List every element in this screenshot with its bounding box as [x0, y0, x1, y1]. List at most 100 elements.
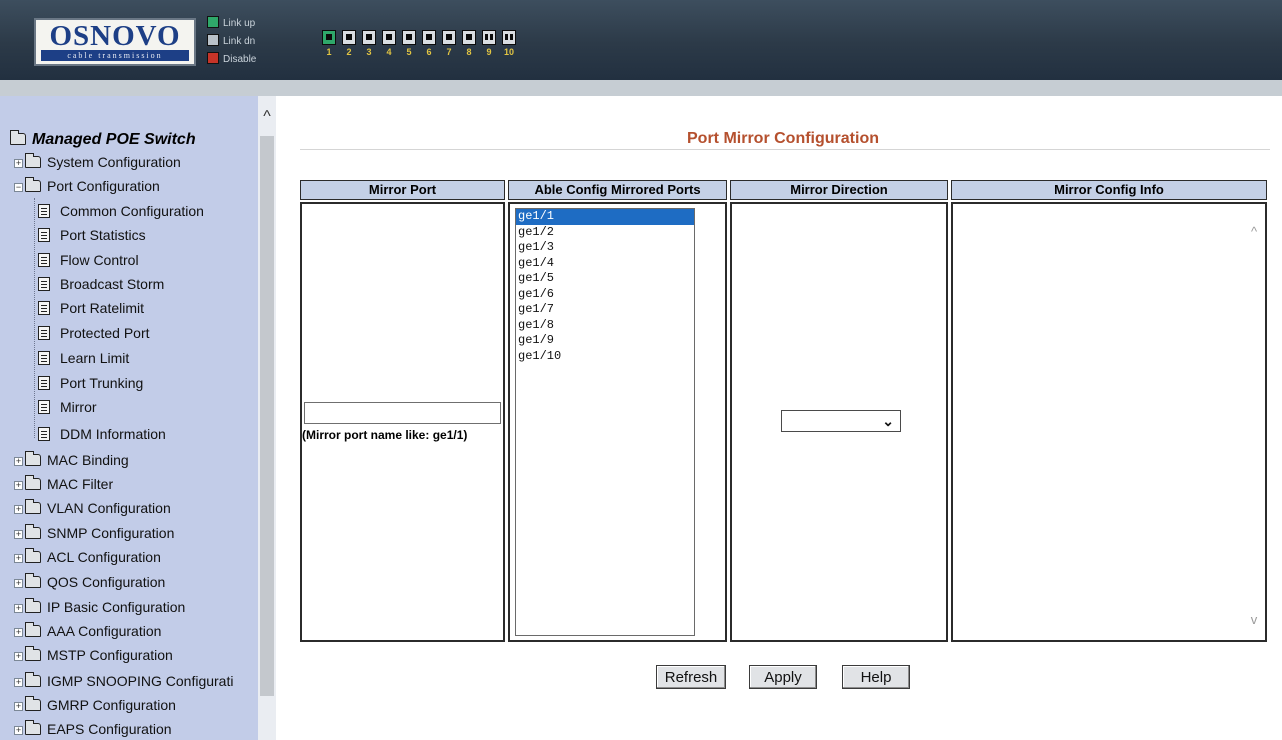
sidebar-item-label: Learn Limit — [60, 350, 130, 366]
sidebar-scrollbar[interactable]: ^ — [258, 96, 276, 740]
port-option[interactable]: ge1/9 — [516, 333, 694, 349]
sidebar-item-qos-configuration[interactable]: + QOS Configuration — [14, 571, 165, 593]
mirror-config-info-panel[interactable]: ^ v — [951, 202, 1267, 642]
sidebar-item-label: GMRP Configuration — [47, 697, 176, 713]
mirror-port-panel: (Mirror port name like: ge1/1) — [300, 202, 505, 642]
page-icon — [38, 400, 50, 414]
folder-icon — [25, 548, 41, 563]
port-option[interactable]: ge1/3 — [516, 240, 694, 256]
port-3[interactable]: 3 — [362, 30, 376, 57]
folder-icon — [25, 451, 41, 466]
sidebar-item-port-trunking[interactable]: Port Trunking — [38, 372, 143, 394]
sidebar-item-mac-filter[interactable]: + MAC Filter — [14, 473, 113, 495]
ethernet-port-icon — [442, 30, 456, 45]
refresh-button[interactable]: Refresh — [656, 665, 726, 689]
expand-icon: + — [14, 553, 23, 563]
title-divider — [300, 149, 1270, 150]
port-option[interactable]: ge1/5 — [516, 271, 694, 287]
expand-icon: + — [14, 578, 23, 588]
sidebar-item-vlan-configuration[interactable]: + VLAN Configuration — [14, 497, 171, 519]
legend-label: Disable — [223, 54, 257, 65]
help-button[interactable]: Help — [842, 665, 910, 689]
ethernet-port-icon — [462, 30, 476, 45]
port-number: 3 — [366, 47, 372, 57]
scroll-down-icon[interactable]: v — [1245, 612, 1263, 628]
sidebar-item-label: Broadcast Storm — [60, 276, 165, 292]
mirror-direction-panel: ⌄ — [730, 202, 948, 642]
port-option[interactable]: ge1/7 — [516, 302, 694, 318]
tree-connector — [34, 198, 35, 438]
sidebar-item-label: MAC Binding — [47, 452, 129, 468]
mirrored-ports-listbox[interactable]: ge1/1 ge1/2 ge1/3 ge1/4 ge1/5 ge1/6 ge1/… — [515, 208, 695, 636]
legend-label: Link dn — [223, 36, 256, 47]
sidebar-item-snmp-configuration[interactable]: + SNMP Configuration — [14, 522, 174, 544]
folder-icon — [25, 672, 41, 687]
port-option[interactable]: ge1/4 — [516, 256, 694, 272]
port-6[interactable]: 6 — [422, 30, 436, 57]
sidebar-item-gmrp-configuration[interactable]: + GMRP Configuration — [14, 694, 176, 716]
mirror-direction-select[interactable]: ⌄ — [781, 410, 901, 432]
port-number: 1 — [326, 47, 332, 57]
sidebar-item-mstp-configuration[interactable]: + MSTP Configuration — [14, 644, 173, 666]
expand-icon: + — [14, 529, 23, 539]
sidebar-item-label: MSTP Configuration — [47, 647, 173, 663]
sidebar-item-ddm-information[interactable]: DDM Information — [38, 423, 166, 445]
sidebar-item-broadcast-storm[interactable]: Broadcast Storm — [38, 273, 164, 295]
sidebar-item-acl-configuration[interactable]: + ACL Configuration — [14, 546, 161, 568]
sidebar-item-mac-binding[interactable]: + MAC Binding — [14, 449, 129, 471]
nav-tree: Managed POE Switch + System Configuration… — [0, 96, 258, 740]
expand-icon: + — [14, 480, 23, 490]
port-option[interactable]: ge1/10 — [516, 349, 694, 365]
link-up-icon — [207, 16, 219, 28]
sidebar-item-eaps-configuration[interactable]: + EAPS Configuration — [14, 718, 172, 740]
sidebar-item-learn-limit[interactable]: Learn Limit — [38, 347, 129, 369]
apply-button[interactable]: Apply — [749, 665, 817, 689]
folder-open-icon — [10, 130, 26, 145]
legend-label: Link up — [223, 18, 256, 29]
port-8[interactable]: 8 — [462, 30, 476, 57]
chevron-down-icon: ⌄ — [882, 413, 894, 429]
scroll-up-icon[interactable]: ^ — [1245, 224, 1263, 240]
info-scrollbar[interactable]: ^ v — [1245, 206, 1263, 636]
scrollbar-thumb[interactable] — [260, 136, 274, 696]
port-7[interactable]: 7 — [442, 30, 456, 57]
port-option-selected[interactable]: ge1/1 — [516, 209, 694, 225]
sidebar-item-system-configuration[interactable]: + System Configuration — [14, 151, 181, 173]
scroll-up-icon[interactable]: ^ — [258, 108, 276, 126]
sidebar-item-port-configuration[interactable]: − Port Configuration — [14, 175, 160, 197]
port-4[interactable]: 4 — [382, 30, 396, 57]
folder-icon — [25, 573, 41, 588]
port-option[interactable]: ge1/2 — [516, 225, 694, 241]
port-number: 10 — [503, 47, 514, 57]
mirror-port-input[interactable] — [304, 402, 501, 424]
sidebar-item-port-ratelimit[interactable]: Port Ratelimit — [38, 297, 144, 319]
port-1[interactable]: 1 — [322, 30, 336, 57]
expand-icon: + — [14, 701, 23, 711]
folder-icon — [25, 598, 41, 613]
link-down-icon — [207, 34, 219, 46]
page-icon — [38, 326, 50, 340]
sidebar-item-port-statistics[interactable]: Port Statistics — [38, 224, 146, 246]
sidebar-item-mirror[interactable]: Mirror — [38, 396, 97, 418]
sidebar-item-aaa-configuration[interactable]: + AAA Configuration — [14, 620, 161, 642]
sidebar-item-common-configuration[interactable]: Common Configuration — [38, 200, 204, 222]
sidebar-item-ip-basic-configuration[interactable]: + IP Basic Configuration — [14, 596, 185, 618]
port-number: 4 — [386, 47, 392, 57]
sidebar: Managed POE Switch + System Configuration… — [0, 96, 276, 740]
sidebar-item-protected-port[interactable]: Protected Port — [38, 322, 150, 344]
column-header-mirror-config-info: Mirror Config Info — [951, 180, 1267, 200]
port-10[interactable]: 10 — [502, 30, 516, 57]
sidebar-item-label: Port Ratelimit — [60, 300, 145, 316]
page-icon — [38, 253, 50, 267]
tree-root[interactable]: Managed POE Switch — [10, 130, 196, 150]
port-9[interactable]: 9 — [482, 30, 496, 57]
port-5[interactable]: 5 — [402, 30, 416, 57]
sidebar-item-flow-control[interactable]: Flow Control — [38, 249, 139, 271]
ethernet-port-icon — [342, 30, 356, 45]
port-option[interactable]: ge1/6 — [516, 287, 694, 303]
sidebar-item-label: Common Configuration — [60, 203, 204, 219]
sidebar-item-igmp-snooping-configuration[interactable]: + IGMP SNOOPING Configurati — [14, 670, 233, 692]
port-option[interactable]: ge1/8 — [516, 318, 694, 334]
port-2[interactable]: 2 — [342, 30, 356, 57]
column-header-mirror-port: Mirror Port — [300, 180, 505, 200]
